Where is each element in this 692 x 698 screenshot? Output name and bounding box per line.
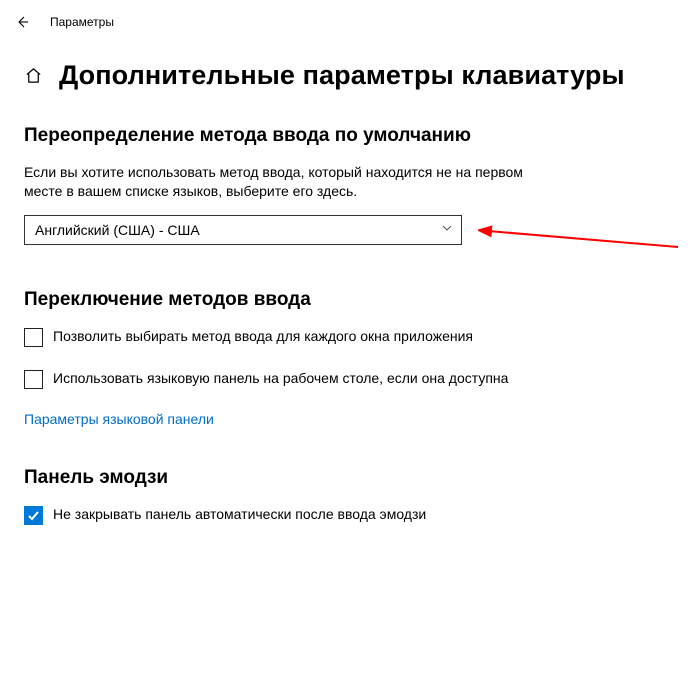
arrow-left-icon xyxy=(14,14,30,30)
default-input-method-dropdown[interactable]: Английский (США) - США xyxy=(24,215,462,245)
page-title: Дополнительные параметры клавиатуры xyxy=(59,60,625,91)
override-description: Если вы хотите использовать метод ввода,… xyxy=(24,163,544,201)
override-heading: Переопределение метода ввода по умолчани… xyxy=(24,125,668,147)
window-title: Параметры xyxy=(50,15,114,29)
lang-bar-label[interactable]: Использовать языковую панель на рабочем … xyxy=(53,369,508,388)
home-button[interactable] xyxy=(24,66,43,85)
dropdown-selected-value: Английский (США) - США xyxy=(35,222,200,238)
emoji-heading: Панель эмодзи xyxy=(24,467,668,489)
per-window-label[interactable]: Позволить выбирать метод ввода для каждо… xyxy=(53,327,473,346)
emoji-no-close-checkbox[interactable] xyxy=(24,506,43,525)
back-button[interactable] xyxy=(0,14,44,30)
home-icon xyxy=(24,66,43,85)
switching-heading: Переключение методов ввода xyxy=(24,289,668,311)
emoji-no-close-label[interactable]: Не закрывать панель автоматически после … xyxy=(53,505,426,524)
per-window-checkbox[interactable] xyxy=(24,328,43,347)
chevron-down-icon xyxy=(441,222,453,237)
lang-bar-checkbox[interactable] xyxy=(24,370,43,389)
lang-bar-settings-link[interactable]: Параметры языковой панели xyxy=(24,411,214,427)
